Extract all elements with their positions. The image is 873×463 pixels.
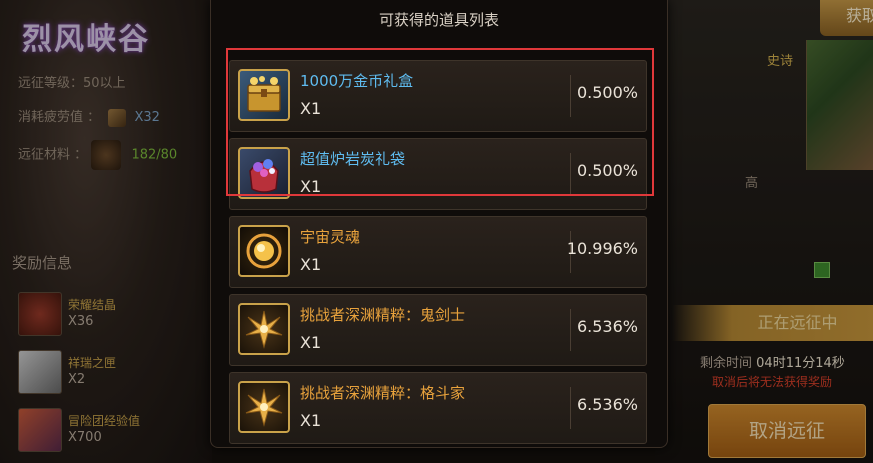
checkbox-icon[interactable] <box>814 262 830 278</box>
list-item[interactable]: 1000万金币礼盒 X1 0.500% <box>229 60 647 132</box>
material-sep: ： <box>74 147 88 163</box>
level-label: 远征等级： <box>18 76 84 91</box>
adventure-exp-icon <box>18 408 62 452</box>
gem-bag-icon <box>238 147 290 199</box>
expedition-status: 正在远征中 <box>672 305 873 341</box>
remaining-time: 剩余时间 04时11分14秒 <box>700 352 845 371</box>
item-quantity: X1 <box>300 99 322 118</box>
fatigue-icon <box>108 108 127 127</box>
abyss-essence-icon <box>238 381 290 433</box>
divider <box>570 309 571 351</box>
reward-name: 祥瑞之匣 <box>68 356 117 370</box>
item-name: 挑战者深渊精粹：鬼剑士 <box>300 306 466 324</box>
right-info-text: 高 <box>745 176 759 191</box>
cancel-warning: 取消后将无法获得奖励 <box>712 375 833 389</box>
item-quantity: X1 <box>300 255 322 274</box>
level-value: 50以上 <box>83 76 126 91</box>
remaining-value: 04时11分14秒 <box>756 356 845 371</box>
cosmic-soul-icon <box>238 225 290 277</box>
dungeon-title: 烈风峡谷 <box>22 22 150 57</box>
reward-name: 荣耀结晶 <box>68 298 117 312</box>
item-drop-rate: 0.500% <box>576 83 638 102</box>
item-drop-rate: 6.536% <box>576 317 638 336</box>
fatigue-label: 消耗疲劳值 <box>18 110 84 125</box>
fatigue-row: 消耗疲劳值 ： X32 <box>18 106 160 127</box>
list-item[interactable]: 挑战者深渊精粹：鬼剑士 X1 6.536% <box>229 294 647 366</box>
list-item[interactable]: 宇宙灵魂 X1 10.996% <box>229 216 647 288</box>
item-list-popup: 可获得的道具列表 1000万金币礼盒 X1 0.500% 超值炉岩炭礼袋 X1 … <box>210 0 668 448</box>
abyss-essence-icon <box>238 303 290 355</box>
divider <box>570 387 571 429</box>
list-item[interactable]: 超值炉岩炭礼袋 X1 0.500% <box>229 138 647 210</box>
reward-count: X700 <box>68 430 102 445</box>
level-row: 远征等级：50以上 <box>18 72 126 91</box>
item-quantity: X1 <box>300 177 322 196</box>
cancel-expedition-button[interactable]: 取消远征 <box>708 404 866 458</box>
reward-name: 冒险团经验值 <box>68 414 141 428</box>
popup-title: 可获得的道具列表 <box>378 11 499 29</box>
item-name: 超值炉岩炭礼袋 <box>300 150 406 168</box>
item-drop-rate: 10.996% <box>566 239 638 258</box>
lucky-box-icon <box>18 350 62 394</box>
fatigue-value: X32 <box>134 110 160 125</box>
gold-chest-icon <box>238 69 290 121</box>
reward-item: 祥瑞之匣 X2 <box>18 350 208 396</box>
reward-item: 冒险团经验值 X700 <box>18 408 208 454</box>
map-thumbnail <box>806 40 873 170</box>
item-name: 宇宙灵魂 <box>300 228 361 246</box>
item-name: 1000万金币礼盒 <box>300 72 414 90</box>
get-button[interactable]: 获取 <box>820 0 873 36</box>
divider <box>570 153 571 195</box>
material-label: 远征材料 <box>18 147 71 163</box>
reward-count: X36 <box>68 314 94 329</box>
material-row: 远征材料 ： 182/80 <box>18 140 177 170</box>
fatigue-sep: ： <box>87 110 101 125</box>
item-quantity: X1 <box>300 333 322 352</box>
reward-count: X2 <box>68 372 86 387</box>
reward-header: 奖励信息 <box>12 254 73 272</box>
list-item[interactable]: 挑战者深渊精粹：格斗家 X1 6.536% <box>229 372 647 444</box>
reward-item: 荣耀结晶 X36 <box>18 292 208 338</box>
item-drop-rate: 6.536% <box>576 395 638 414</box>
map-grade-label: 史诗 <box>767 54 794 69</box>
item-drop-rate: 0.500% <box>576 161 638 180</box>
material-value: 182/80 <box>131 147 178 163</box>
item-quantity: X1 <box>300 411 322 430</box>
remaining-label: 剩余时间 <box>700 356 753 371</box>
divider <box>570 75 571 117</box>
item-name: 挑战者深渊精粹：格斗家 <box>300 384 466 402</box>
glory-crystal-icon <box>18 292 62 336</box>
material-icon <box>91 140 122 170</box>
